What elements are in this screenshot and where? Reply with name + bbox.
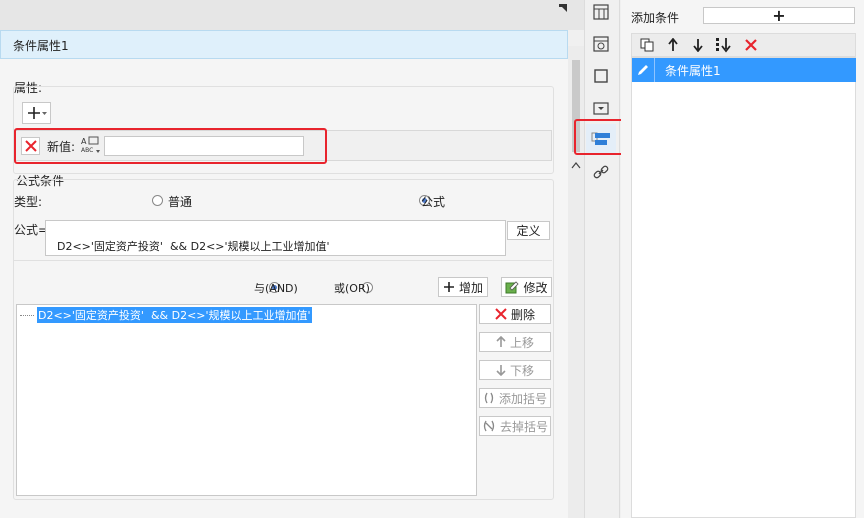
divider xyxy=(14,260,552,261)
add-button[interactable]: 增加 xyxy=(438,277,488,297)
vertical-scrollbar[interactable] xyxy=(568,46,584,518)
type-option-formula: 公式 xyxy=(421,195,446,209)
tree-connector xyxy=(20,314,34,316)
add-attribute-dropdown[interactable] xyxy=(22,102,51,124)
new-value-label: 新值: xyxy=(47,140,76,154)
type-radio-normal[interactable] xyxy=(152,195,163,206)
widget-attribute-icon[interactable] xyxy=(592,66,610,86)
list-item-label: 条件属性1 xyxy=(665,63,721,78)
formula-abc-icon[interactable]: A ABC xyxy=(80,135,102,155)
arrow-down-icon xyxy=(496,365,506,376)
new-value-input[interactable] xyxy=(104,136,304,156)
corner-resize-icon[interactable] xyxy=(556,2,570,14)
plus-icon xyxy=(443,282,454,292)
formula-label: 公式= xyxy=(14,223,49,237)
formula-textarea[interactable]: D2<>'固定资产投资' && D2<>'规模以上工业增加值' xyxy=(45,220,506,256)
type-option-normal: 普通 xyxy=(168,195,193,209)
copy-icon[interactable] xyxy=(638,36,656,54)
remove-attribute-button[interactable] xyxy=(21,137,40,155)
delete-button[interactable]: 删除 xyxy=(479,304,551,324)
modify-button[interactable]: 修改 xyxy=(501,277,552,297)
cell-element-icon[interactable] xyxy=(592,2,610,22)
condition-text: D2<>'固定资产投资' && D2<>'规模以上工业增加值' xyxy=(37,307,312,323)
remove-bracket-label: 去掉括号 xyxy=(499,419,548,434)
define-button[interactable]: 定义 xyxy=(507,221,550,240)
modify-button-label: 修改 xyxy=(523,280,548,295)
move-up-icon[interactable] xyxy=(665,36,681,54)
svg-text:ABC: ABC xyxy=(81,147,93,154)
move-up-label: 上移 xyxy=(509,335,534,350)
edit-pencil-icon xyxy=(632,63,654,77)
remove-bracket-icon xyxy=(483,420,495,432)
close-icon xyxy=(495,308,507,320)
delete-button-label: 删除 xyxy=(510,307,535,322)
condition-list[interactable]: D2<>'固定资产投资' && D2<>'规模以上工业增加值' xyxy=(16,304,477,496)
arrow-up-icon xyxy=(496,336,506,347)
move-down-icon[interactable] xyxy=(690,36,706,54)
bracket-icon xyxy=(484,392,494,404)
define-button-label: 定义 xyxy=(516,224,541,238)
add-condition-label: 添加条件 xyxy=(631,11,680,25)
modify-icon xyxy=(505,281,520,294)
add-condition-button[interactable]: + xyxy=(703,6,855,25)
list-item[interactable]: D2<>'固定资产投资' && D2<>'规模以上工业增加值' xyxy=(20,307,312,323)
close-icon xyxy=(24,140,37,152)
move-to-bottom-icon[interactable] xyxy=(714,36,734,54)
add-button-label: 增加 xyxy=(458,280,483,295)
logic-and-label: 与(AND) xyxy=(254,282,298,295)
svg-text:A: A xyxy=(81,137,87,146)
dropdown-widget-icon[interactable] xyxy=(592,98,610,118)
remove-bracket-button[interactable]: 去掉括号 xyxy=(479,416,551,436)
add-bracket-button[interactable]: 添加括号 xyxy=(479,388,551,408)
type-label: 类型: xyxy=(14,195,43,209)
list-item-divider xyxy=(654,58,655,82)
hyperlink-icon[interactable] xyxy=(592,162,610,182)
condition-items-list[interactable] xyxy=(631,57,856,518)
move-down-label: 下移 xyxy=(509,363,534,378)
move-up-button[interactable]: 上移 xyxy=(479,332,551,352)
delete-condition-icon[interactable] xyxy=(742,36,760,54)
page-title: 条件属性1 xyxy=(13,39,69,53)
highlight-box-condition-tab xyxy=(574,119,625,155)
panel-title-bar: 条件属性1 xyxy=(0,30,568,59)
scroll-up-icon[interactable] xyxy=(571,158,581,172)
cell-attribute-icon[interactable] xyxy=(592,34,610,54)
list-item-selected[interactable]: 条件属性1 xyxy=(632,58,856,82)
add-bracket-label: 添加括号 xyxy=(498,391,547,406)
move-down-button[interactable]: 下移 xyxy=(479,360,551,380)
formula-text: D2<>'固定资产投资' && D2<>'规模以上工业增加值' xyxy=(57,240,330,253)
top-strip xyxy=(0,0,584,30)
logic-or-label: 或(OR) xyxy=(334,282,370,295)
plus-icon: + xyxy=(772,6,786,25)
